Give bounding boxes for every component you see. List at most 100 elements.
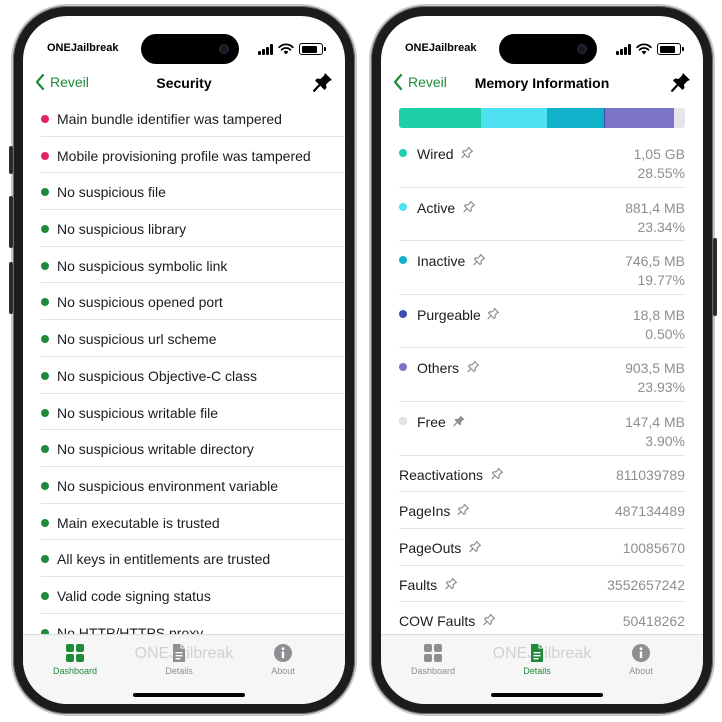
memory-bar-segment <box>605 108 674 128</box>
list-item-label: No suspicious file <box>57 184 166 201</box>
tab-label: Dashboard <box>52 666 98 676</box>
stat-row[interactable]: PageOuts 10085670 <box>399 529 685 566</box>
list-item[interactable]: No suspicious opened port <box>41 283 345 321</box>
memory-row[interactable]: Inactive 746,5 MB 19.77% <box>399 241 685 295</box>
stat-row-label: PageOuts <box>399 539 462 556</box>
list-item[interactable]: Mobile provisioning profile was tampered <box>41 137 345 174</box>
list-item[interactable]: No suspicious library <box>41 210 345 247</box>
stat-row[interactable]: PageIns 487134489 <box>399 492 685 529</box>
grid-icon <box>66 644 84 662</box>
list-item[interactable]: No suspicious writable directory <box>41 430 345 467</box>
memory-percent-value: 23.93% <box>637 379 685 396</box>
list-item[interactable]: No suspicious file <box>41 173 345 211</box>
document-icon <box>531 644 543 662</box>
status-dot-icon <box>41 115 49 123</box>
memory-size-value: 1,05 GB <box>633 146 685 162</box>
memory-row[interactable]: Active 881,4 MB 23.34% <box>399 188 685 242</box>
grid-icon <box>424 644 442 662</box>
status-dot-icon <box>41 555 49 564</box>
pin-icon[interactable] <box>461 146 473 159</box>
pin-icon[interactable] <box>473 253 485 266</box>
memory-bar-segment <box>547 108 604 128</box>
memory-color-dot-icon <box>399 202 407 211</box>
pin-icon[interactable] <box>487 307 499 320</box>
security-screen: ONEJailbreak Reveil Security Main bundle… <box>23 16 345 704</box>
wifi-icon <box>636 43 652 55</box>
status-dot-icon <box>41 298 49 307</box>
tab-label: Details <box>165 666 193 676</box>
memory-row[interactable]: Wired 1,05 GB 28.55% <box>399 134 685 188</box>
list-item[interactable]: Main executable is trusted <box>41 504 345 541</box>
status-dot-icon <box>41 188 49 197</box>
memory-row-label: Inactive <box>417 253 466 270</box>
memory-row[interactable]: Others 903,5 MB 23.93% <box>399 348 685 402</box>
list-item[interactable]: No suspicious symbolic link <box>41 247 345 284</box>
memory-row[interactable]: Free 147,4 MB 3.90% <box>399 402 685 456</box>
home-indicator <box>133 693 245 697</box>
page-title: Security <box>156 75 212 91</box>
tab-dashboard[interactable]: Dashboard <box>393 643 473 676</box>
stat-row[interactable]: Faults 3552657242 <box>399 566 685 603</box>
pin-button[interactable] <box>313 72 333 92</box>
list-item[interactable]: No suspicious Objective-C class <box>41 357 345 394</box>
stat-row-value: 487134489 <box>614 503 685 520</box>
pin-icon[interactable] <box>483 613 495 626</box>
list-item[interactable]: Valid code signing status <box>41 577 345 614</box>
home-indicator <box>491 693 603 697</box>
status-dot-icon <box>41 151 49 160</box>
status-bar: ONEJailbreak <box>47 42 326 58</box>
status-bar: ONEJailbreak <box>405 42 684 58</box>
stat-row-label: Reactivations <box>399 466 484 483</box>
battery-icon <box>299 43 326 55</box>
tab-details[interactable]: Details <box>139 643 219 676</box>
list-item[interactable]: No suspicious environment variable <box>41 467 345 504</box>
stat-row[interactable]: Reactivations 811039789 <box>399 456 685 493</box>
memory-color-dot-icon <box>399 363 407 372</box>
list-item[interactable]: Main bundle identifier was tampered <box>41 100 345 137</box>
memory-percent-value: 0.50% <box>645 325 685 342</box>
memory-bar-segment <box>673 108 685 128</box>
pin-icon[interactable] <box>457 503 469 516</box>
memory-bar-segment <box>399 108 481 128</box>
tab-details[interactable]: Details <box>497 643 577 676</box>
memory-color-dot-icon <box>399 256 407 265</box>
stat-row-value: 811039789 <box>615 466 685 483</box>
memory-row-label: Active <box>417 199 456 216</box>
tab-dashboard[interactable]: Dashboard <box>35 643 115 676</box>
memory-list: Wired 1,05 GB 28.55% Active 881,4 MB 23.… <box>381 134 703 639</box>
document-icon <box>173 644 185 662</box>
list-item[interactable]: No suspicious writable file <box>41 394 345 431</box>
tab-label: About <box>271 666 295 676</box>
list-item[interactable]: All keys in entitlements are trusted <box>41 540 345 577</box>
pin-icon[interactable] <box>469 540 481 553</box>
memory-information-screen: ONEJailbreak Reveil Memory Information W… <box>381 16 703 704</box>
memory-row[interactable]: Purgeable 18,8 MB 0.50% <box>399 295 685 349</box>
list-item-label: No suspicious Objective-C class <box>57 367 257 384</box>
memory-row-label: Others <box>417 360 460 377</box>
carrier-label: ONEJailbreak <box>405 42 477 54</box>
tab-about[interactable]: About <box>601 643 681 676</box>
list-item[interactable]: No suspicious url scheme <box>41 320 345 357</box>
pin-icon[interactable] <box>467 360 479 373</box>
memory-percent-value: 23.34% <box>637 218 685 235</box>
pin-icon[interactable] <box>453 414 465 427</box>
memory-color-dot-icon <box>399 149 407 157</box>
memory-row-label: Wired <box>417 146 454 162</box>
info-icon <box>632 644 650 662</box>
tab-about[interactable]: About <box>243 643 323 676</box>
status-dot-icon <box>41 371 49 380</box>
pin-button[interactable] <box>671 72 691 92</box>
phone-frame-right: ONEJailbreak Reveil Memory Information W… <box>371 6 717 714</box>
list-item-label: All keys in entitlements are trusted <box>57 551 271 568</box>
status-dot-icon <box>41 518 49 527</box>
info-icon <box>274 644 292 662</box>
memory-row-label: Free <box>417 413 446 430</box>
status-dot-icon <box>41 335 49 344</box>
pin-icon[interactable] <box>463 200 475 213</box>
pin-icon[interactable] <box>491 467 503 480</box>
tab-label: Dashboard <box>410 666 456 676</box>
stat-row-label: PageIns <box>399 503 451 520</box>
pin-icon[interactable] <box>445 577 457 590</box>
list-item-label: No suspicious url scheme <box>57 331 217 348</box>
status-dot-icon <box>41 445 49 454</box>
